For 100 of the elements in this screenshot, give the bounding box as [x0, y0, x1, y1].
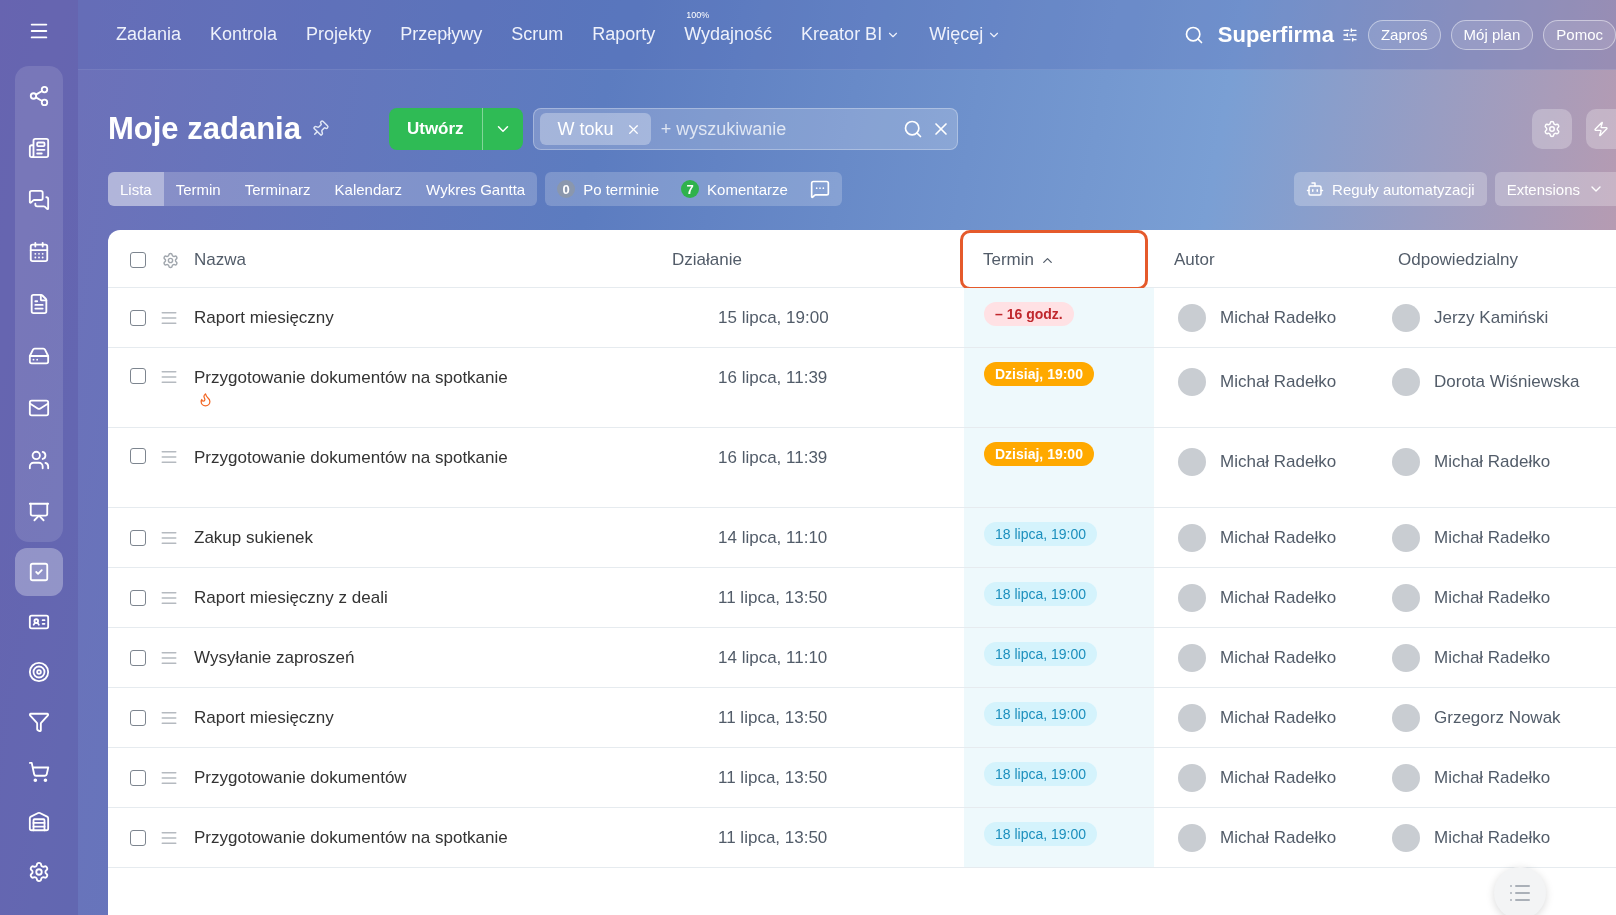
- drag-handle-icon[interactable]: [160, 448, 178, 466]
- drive-icon: [28, 345, 50, 367]
- checkbox[interactable]: [130, 829, 146, 846]
- share-icon: [28, 85, 50, 107]
- lightning-button[interactable]: [1586, 109, 1616, 149]
- responsible-name[interactable]: Grzegorz Nowak: [1434, 707, 1561, 728]
- checkbox[interactable]: [130, 529, 146, 546]
- settings-icon[interactable]: [162, 251, 179, 269]
- task-name[interactable]: Wysyłanie zaproszeń: [194, 647, 355, 668]
- drag-handle-icon[interactable]: [160, 368, 178, 386]
- avatar: [1392, 703, 1420, 732]
- search-icon[interactable]: [902, 119, 923, 139]
- avatar: [1178, 368, 1206, 396]
- table-row[interactable]: Raport miesięczny z deali 11 lipca, 13:50 18 lipca, 19:00 Michał Radełko Michał Radełko: [108, 568, 1616, 628]
- task-name[interactable]: Zakup sukienek: [194, 527, 314, 548]
- avatar: [1392, 763, 1420, 792]
- author-name[interactable]: Michał Radełko: [1220, 647, 1337, 668]
- checkbox[interactable]: [130, 649, 146, 666]
- table-row[interactable]: Przygotowanie dokumentów na spotkanie 11 lipca, 13:50 18 lipca, 19:00 Michał Radełko Michał Radełko: [108, 808, 1616, 868]
- author-name[interactable]: Michał Radełko: [1220, 452, 1337, 472]
- checkbox[interactable]: [130, 589, 146, 606]
- avatar: [1392, 823, 1420, 852]
- responsible-name[interactable]: Michał Radełko: [1434, 827, 1551, 848]
- nav-link[interactable]: Kontrola: [210, 24, 278, 45]
- task-name[interactable]: Przygotowanie dokumentów: [194, 767, 407, 788]
- avatar: [1178, 303, 1206, 332]
- table-row[interactable]: Przygotowanie dokumentów 11 lipca, 13:50 18 lipca, 19:00 Michał Radełko Michał Radełko: [108, 748, 1616, 808]
- nav-link[interactable]: Raporty: [592, 24, 656, 45]
- author-name[interactable]: Michał Radełko: [1220, 707, 1337, 728]
- table-row[interactable]: Raport miesięczny 11 lipca, 13:50 18 lipca, 19:00 Michał Radełko Grzegorz Nowak: [108, 688, 1616, 748]
- table-row[interactable]: Raport miesięczny 15 lipca, 19:00 – 16 godz. Michał Radełko Jerzy Kamiński: [108, 288, 1616, 348]
- avatar: [1178, 823, 1206, 852]
- sliders-icon[interactable]: [1341, 26, 1358, 43]
- column-label: Termin: [983, 250, 1034, 270]
- activity-date: 15 lipca, 19:00: [718, 307, 829, 328]
- activity-date: 11 lipca, 13:50: [718, 707, 828, 728]
- avatar: [1392, 448, 1420, 476]
- responsible-name[interactable]: Dorota Wiśniewska: [1434, 372, 1580, 392]
- task-name[interactable]: Przygotowanie dokumentów na spotkanie: [194, 827, 508, 848]
- responsible-name[interactable]: Michał Radełko: [1434, 767, 1551, 788]
- checkbox[interactable]: [130, 368, 146, 384]
- avatar: [1392, 643, 1420, 672]
- target-icon: [28, 661, 50, 683]
- avatar: [1392, 303, 1420, 332]
- task-name[interactable]: Przygotowanie dokumentów na spotkanie: [194, 368, 508, 388]
- flame-icon: [198, 392, 213, 407]
- funnel-icon: [28, 711, 50, 733]
- nav-link[interactable]: Scrum: [511, 24, 564, 45]
- checkbox-icon: [28, 561, 50, 583]
- checkbox[interactable]: [130, 769, 146, 786]
- avatar: [1392, 368, 1420, 396]
- nav-link[interactable]: Kreator BI: [801, 24, 901, 45]
- activity-date: 14 lipca, 11:10: [718, 647, 828, 668]
- table-row[interactable]: Zakup sukienek 14 lipca, 11:10 18 lipca, 19:00 Michał Radełko Michał Radełko: [108, 508, 1616, 568]
- author-name[interactable]: Michał Radełko: [1220, 767, 1337, 788]
- column-header[interactable]: Odpowiedzialny: [1398, 250, 1518, 270]
- avatar: [1178, 643, 1206, 672]
- responsible-name[interactable]: Michał Radełko: [1434, 647, 1551, 668]
- task-name[interactable]: Raport miesięczny: [194, 707, 334, 728]
- list-button[interactable]: [1494, 867, 1546, 915]
- column-header[interactable]: Autor: [1174, 250, 1215, 270]
- author-name[interactable]: Michał Radełko: [1220, 527, 1337, 548]
- chat-icon: [28, 189, 50, 211]
- search-icon[interactable]: [1183, 24, 1204, 45]
- table-row[interactable]: Przygotowanie dokumentów na spotkanie 16 lipca, 11:39 Dzisiaj, 19:00 Michał Radełko Michał Radełko: [108, 428, 1616, 508]
- checkbox[interactable]: [130, 309, 146, 326]
- author-name[interactable]: Michał Radełko: [1220, 827, 1337, 848]
- chat-icon[interactable]: [809, 179, 830, 199]
- author-name[interactable]: Michał Radełko: [1220, 587, 1337, 608]
- checkbox[interactable]: [130, 448, 146, 464]
- avatar: [1178, 523, 1206, 552]
- avatar: [1178, 763, 1206, 792]
- author-name[interactable]: Michał Radełko: [1220, 307, 1337, 328]
- counter-badge: 0: [557, 180, 576, 198]
- people-icon: [28, 449, 50, 471]
- responsible-name[interactable]: Jerzy Kamiński: [1434, 307, 1549, 328]
- nav-link[interactable]: Przepływy: [400, 24, 483, 45]
- task-name[interactable]: Raport miesięczny z deali: [194, 587, 388, 608]
- sidebar-item[interactable]: [15, 548, 63, 596]
- nav-link[interactable]: Projekty: [306, 24, 372, 45]
- settings-icon: [28, 861, 50, 883]
- table-row[interactable]: Przygotowanie dokumentów na spotkanie 16 lipca, 11:39 Dzisiaj, 19:00 Michał Radełko Dorota Wiśniewska: [108, 348, 1616, 428]
- deadline-badge[interactable]: – 16 godz.: [984, 302, 1074, 326]
- settings-button[interactable]: [1532, 109, 1572, 149]
- document-icon: [28, 293, 50, 315]
- author-name[interactable]: Michał Radełko: [1220, 372, 1337, 392]
- nav-link[interactable]: Zadania: [116, 24, 182, 45]
- task-name[interactable]: Przygotowanie dokumentów na spotkanie: [194, 448, 508, 468]
- activity-date: 11 lipca, 13:50: [718, 767, 828, 788]
- responsible-name[interactable]: Michał Radełko: [1434, 452, 1551, 472]
- task-name[interactable]: Raport miesięczny: [194, 307, 334, 328]
- checkbox[interactable]: [130, 709, 146, 726]
- responsible-name[interactable]: Michał Radełko: [1434, 527, 1551, 548]
- avatar: [1178, 703, 1206, 732]
- column-header[interactable]: Nazwa: [194, 250, 246, 270]
- calendar-icon: [28, 241, 50, 263]
- responsible-name[interactable]: Michał Radełko: [1434, 587, 1551, 608]
- column-header[interactable]: Działanie: [672, 250, 742, 270]
- table-row[interactable]: Wysyłanie zaproszeń 14 lipca, 11:10 18 lipca, 19:00 Michał Radełko Michał Radełko: [108, 628, 1616, 688]
- checkbox[interactable]: [130, 252, 146, 268]
